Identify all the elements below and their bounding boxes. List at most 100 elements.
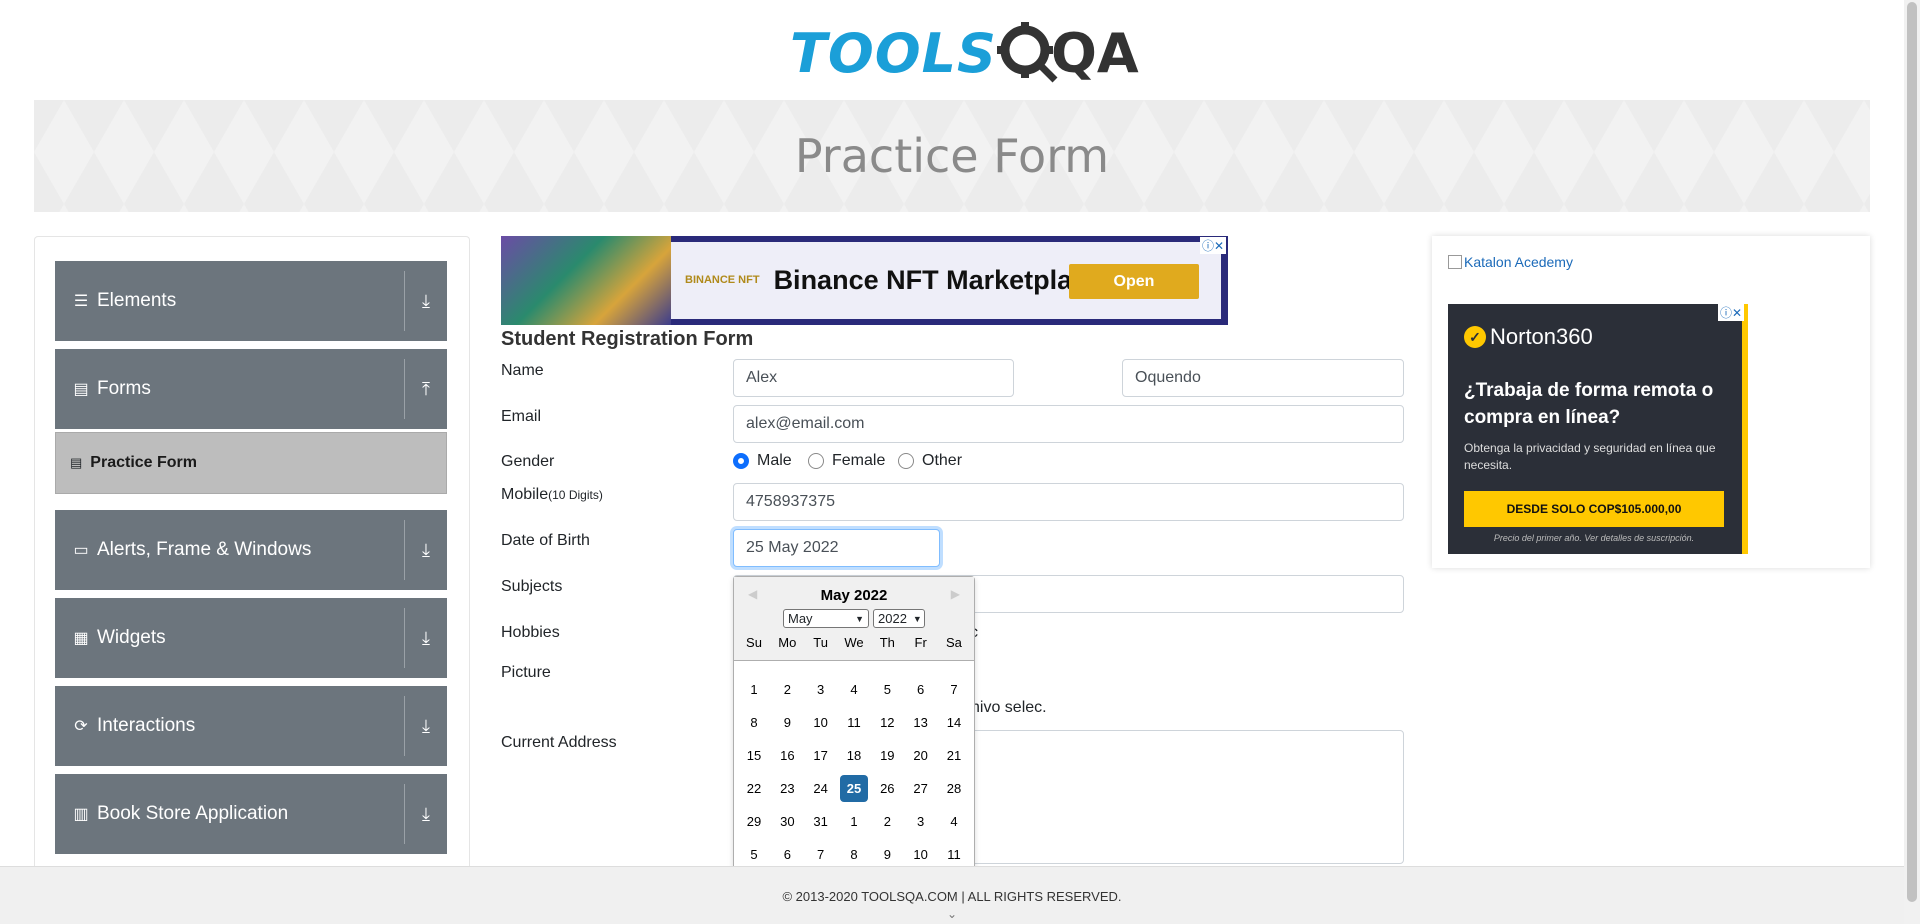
sidebar-group-widgets[interactable]: ▦ Widgets ⤓ xyxy=(55,598,447,678)
datepicker-day[interactable]: 7 xyxy=(940,676,968,703)
datepicker-day[interactable]: 30 xyxy=(773,808,801,835)
gender-radio-male[interactable]: Male xyxy=(733,452,792,470)
datepicker-day[interactable]: 29 xyxy=(740,808,768,835)
sidebar-group-label: Book Store Application xyxy=(97,803,289,824)
radio-checked-icon xyxy=(733,453,749,469)
datepicker-day[interactable]: 6 xyxy=(907,676,935,703)
datepicker-day[interactable]: 12 xyxy=(873,709,901,736)
sidebar-group-alerts[interactable]: ▭ Alerts, Frame & Windows ⤓ xyxy=(55,510,447,590)
datepicker-day[interactable]: 16 xyxy=(773,742,801,769)
next-month-icon[interactable]: ▶ xyxy=(951,587,960,601)
datepicker-day[interactable]: 31 xyxy=(807,808,835,835)
datepicker-day[interactable]: 8 xyxy=(740,709,768,736)
datepicker-day[interactable]: 6 xyxy=(773,841,801,868)
datepicker-day[interactable]: 11 xyxy=(940,841,968,868)
sidebar-item-label: Practice Form xyxy=(90,454,198,471)
datepicker-day[interactable]: 23 xyxy=(773,775,801,802)
subjects-label: Subjects xyxy=(501,578,563,595)
file-status-text: hivo selec. xyxy=(971,699,1047,716)
chevron-down-icon: ▼ xyxy=(855,613,864,624)
datepicker-day[interactable]: 9 xyxy=(773,709,801,736)
datepicker-day[interactable]: 15 xyxy=(740,742,768,769)
last-name-input[interactable]: Oquendo xyxy=(1122,359,1404,397)
sidebar-group-elements[interactable]: ☰ Elements ⤓ xyxy=(55,261,447,341)
datepicker-day[interactable]: 5 xyxy=(740,841,768,868)
page-scrollbar[interactable] xyxy=(1904,0,1920,924)
toolsqa-logo[interactable]: TOOLS QA xyxy=(790,14,1139,92)
datepicker-day[interactable]: 27 xyxy=(907,775,935,802)
mobile-input[interactable]: 4758937375 xyxy=(733,483,1404,521)
download-icon: ⤓ xyxy=(422,627,430,648)
mobile-label-hint: (10 Digits) xyxy=(548,488,603,502)
datepicker-day[interactable]: 8 xyxy=(840,841,868,868)
sidebar: ☰ Elements ⤓ ▤ Forms ⤒ ▤ Practice Form ▭… xyxy=(34,236,470,866)
datepicker-day[interactable]: 10 xyxy=(907,841,935,868)
form-icon: ▤ xyxy=(70,455,83,470)
datepicker-day[interactable]: 3 xyxy=(907,808,935,835)
sidebar-group-forms[interactable]: ▤ Forms ⤒ xyxy=(55,349,447,429)
datepicker-day[interactable]: 13 xyxy=(907,709,935,736)
katalon-ad-link[interactable]: Katalon Acedemy xyxy=(1448,254,1573,270)
norton-ad[interactable]: ✓ Norton360 ¿Trabaja de forma remota o c… xyxy=(1448,304,1748,554)
weekday: Fr xyxy=(914,635,927,650)
broken-image-icon xyxy=(1448,255,1462,269)
datepicker-day[interactable]: 4 xyxy=(840,676,868,703)
binance-ad-banner[interactable]: BINANCE NFT Binance NFT Marketplace Open… xyxy=(501,236,1228,325)
datepicker-day[interactable]: 28 xyxy=(940,775,968,802)
datepicker-day[interactable]: 7 xyxy=(807,841,835,868)
datepicker-day[interactable]: 26 xyxy=(873,775,901,802)
gender-label: Gender xyxy=(501,453,555,470)
datepicker-day[interactable]: 10 xyxy=(807,709,835,736)
datepicker-day[interactable]: 1 xyxy=(740,676,768,703)
datepicker-day[interactable]: 4 xyxy=(940,808,968,835)
datepicker-week-row: 1234567 xyxy=(740,673,968,706)
dob-input[interactable]: 25 May 2022 xyxy=(733,529,940,567)
chevron-down-icon: ▼ xyxy=(912,613,922,624)
datepicker-day[interactable]: 21 xyxy=(940,742,968,769)
datepicker-week-row: 29 30 31 1 2 3 4 xyxy=(740,805,968,838)
datepicker-day[interactable]: 9 xyxy=(873,841,901,868)
radio-label: Other xyxy=(922,452,963,469)
logo-qa-text: QA xyxy=(996,22,1139,85)
datepicker-day[interactable]: 2 xyxy=(873,808,901,835)
datepicker-day[interactable]: 18 xyxy=(840,742,868,769)
weekday: We xyxy=(844,635,864,650)
datepicker-grid: 1 2 3 4 5 6 7 8 9 10 11 12 13 14 15 16 17 18 19 20 21 22 23 24 2… xyxy=(740,673,968,871)
sidebar-item-practice-form[interactable]: ▤ Practice Form xyxy=(55,432,447,494)
gender-radio-other[interactable]: Other xyxy=(898,452,962,470)
datepicker-day[interactable]: 3 xyxy=(807,676,835,703)
datepicker-day[interactable]: 20 xyxy=(907,742,935,769)
datepicker-day[interactable]: 14 xyxy=(940,709,968,736)
datepicker-day[interactable]: 11 xyxy=(840,709,868,736)
datepicker-day[interactable]: 2 xyxy=(773,676,801,703)
mobile-label-text: Mobile xyxy=(501,486,549,503)
datepicker-day[interactable]: 5 xyxy=(873,676,901,703)
radio-label: Female xyxy=(832,452,886,469)
ad-close-icon[interactable]: ⓘ✕ xyxy=(1717,304,1744,321)
norton-cta-button[interactable]: DESDE SOLO COP$105.000,00 xyxy=(1464,491,1724,527)
ad-body: BINANCE NFT Binance NFT Marketplace Open xyxy=(671,242,1221,319)
chevron-down-icon[interactable]: ⌄ xyxy=(0,907,1904,921)
datepicker-day[interactable]: 17 xyxy=(807,742,835,769)
datepicker-day[interactable]: 25 xyxy=(839,775,868,802)
hobbies-label: Hobbies xyxy=(501,624,560,641)
datepicker-day[interactable]: 24 xyxy=(807,775,835,802)
ad-open-button[interactable]: Open xyxy=(1069,264,1199,299)
datepicker-day[interactable]: 22 xyxy=(740,775,768,802)
year-select[interactable]: 2022 ▼ xyxy=(873,609,925,628)
katalon-alt-text: Katalon Acedemy xyxy=(1464,254,1573,270)
datepicker-day[interactable]: 1 xyxy=(840,808,868,835)
datepicker-week-row: 8 9 10 11 12 13 14 xyxy=(740,706,968,739)
gender-radio-female[interactable]: Female xyxy=(808,452,885,470)
email-input[interactable]: alex@email.com xyxy=(733,405,1404,443)
month-select[interactable]: May ▼ xyxy=(783,609,869,628)
upload-icon: ⤒ xyxy=(422,378,430,399)
scrollbar-thumb[interactable] xyxy=(1907,2,1917,902)
mobile-label: Mobile(10 Digits) xyxy=(501,486,603,504)
footer-copyright: © 2013-2020 TOOLSQA.COM | ALL RIGHTS RES… xyxy=(782,889,1122,904)
datepicker-day[interactable]: 19 xyxy=(873,742,901,769)
sidebar-group-interactions[interactable]: ⟳ Interactions ⤓ xyxy=(55,686,447,766)
first-name-input[interactable]: Alex xyxy=(733,359,1014,397)
sidebar-group-book-store[interactable]: ▥ Book Store Application ⤓ xyxy=(55,774,447,854)
ad-close-icon[interactable]: ⓘ✕ xyxy=(1199,237,1226,254)
